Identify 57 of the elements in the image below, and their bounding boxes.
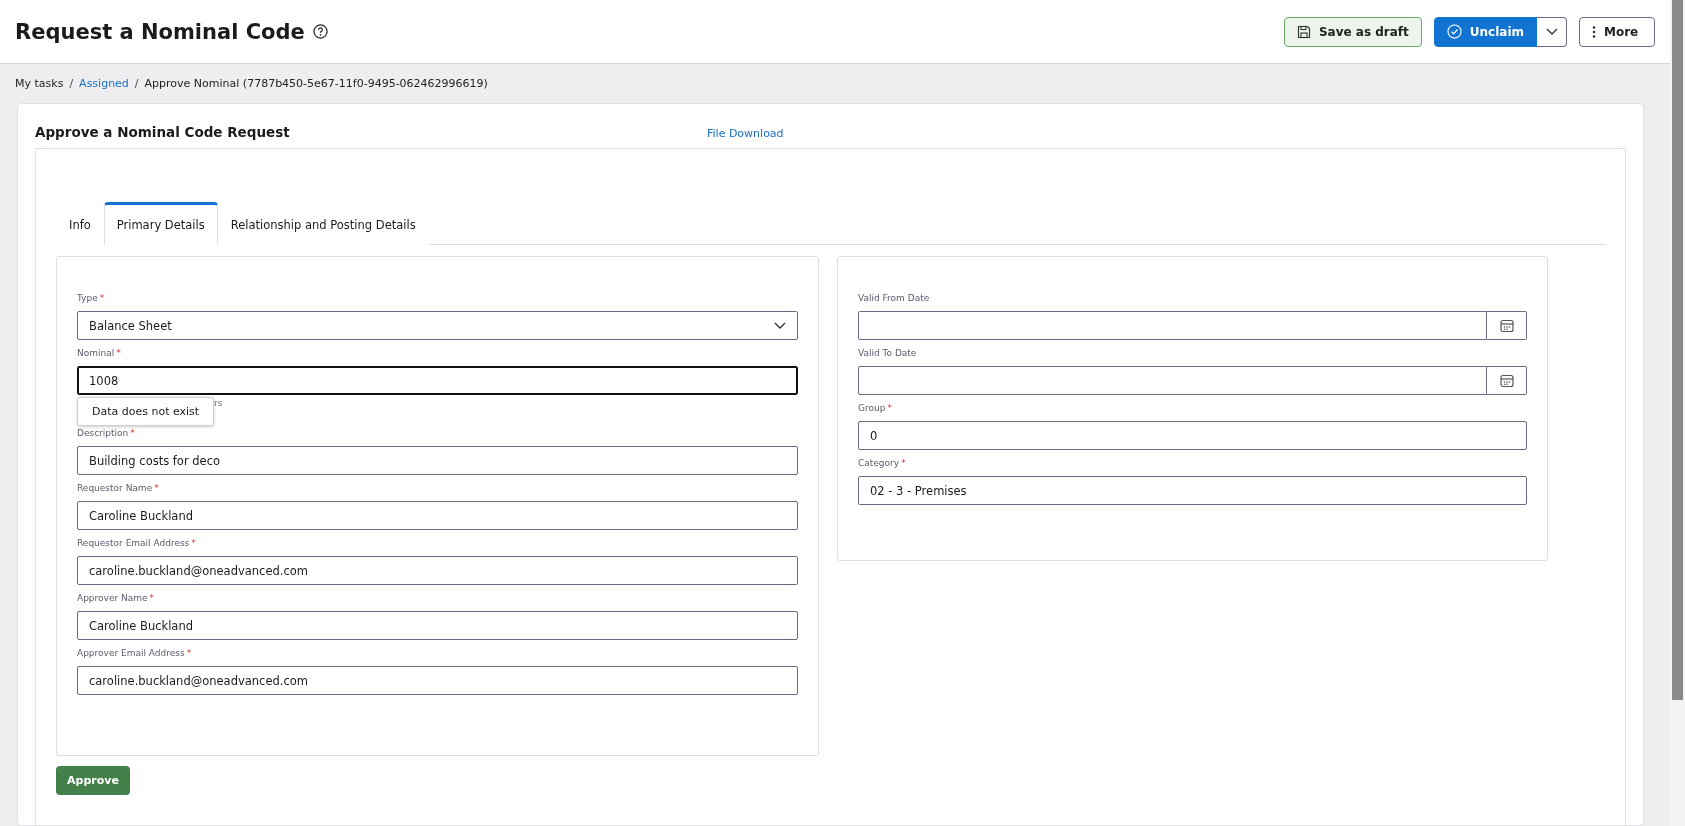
file-download-link[interactable]: File Download	[707, 127, 784, 140]
approve-button[interactable]: Approve	[56, 766, 130, 795]
field-label: Group	[858, 403, 886, 413]
field-label: Approver Email Address	[77, 648, 185, 658]
dropdown-button[interactable]	[1537, 16, 1567, 47]
required-mark: *	[99, 293, 105, 303]
breadcrumb-separator: /	[69, 77, 74, 90]
check-circle-icon	[1446, 24, 1462, 39]
required-mark: *	[149, 593, 155, 603]
breadcrumb-item: My tasks	[15, 77, 64, 90]
more-button[interactable]: More	[1579, 16, 1655, 47]
required-mark: *	[154, 483, 159, 493]
field-label: Requestor Email Address	[77, 538, 190, 548]
field-label: Nominal	[77, 348, 115, 358]
date-field[interactable]	[858, 366, 1487, 395]
error-tooltip: Data does not exist	[77, 397, 215, 426]
required-mark: *	[186, 648, 192, 658]
help-icon[interactable]	[312, 24, 328, 39]
input-field[interactable]: 1008	[77, 366, 798, 395]
required-mark: *	[191, 538, 196, 548]
helper-text: rs	[214, 398, 223, 408]
kebab-icon	[1592, 25, 1596, 38]
field-label: Valid From Date	[858, 293, 930, 303]
field-label: Description	[77, 428, 129, 438]
calendar-button[interactable]	[1487, 366, 1527, 395]
input-field[interactable]: Caroline Buckland	[77, 611, 798, 640]
required-mark: *	[116, 348, 121, 358]
breadcrumb-separator: /	[134, 77, 139, 90]
tab[interactable]: Primary Details	[103, 202, 218, 245]
field-label: Type	[77, 293, 98, 303]
input-field[interactable]: Caroline Buckland	[77, 501, 798, 530]
required-mark: *	[901, 458, 906, 468]
scrollbar[interactable]	[1670, 0, 1685, 826]
required-mark: *	[887, 403, 892, 413]
chevron-down-icon	[1545, 27, 1558, 36]
breadcrumb-item: Approve Nominal (7787b450-5e67-11f0-9495-062462996619)	[144, 77, 488, 90]
date-field[interactable]	[858, 311, 1487, 340]
input-field[interactable]: Building costs for deco	[77, 446, 798, 475]
field-label: Valid To Date	[858, 348, 917, 358]
field-label: Approver Name	[77, 593, 148, 603]
required-mark: *	[130, 428, 135, 438]
input-field[interactable]: caroline.buckland@oneadvanced.com	[77, 556, 798, 585]
card-title: Approve a Nominal Code Request	[35, 124, 291, 140]
calendar-button[interactable]	[1487, 311, 1527, 340]
chevron-down-icon	[774, 321, 786, 330]
unclaim-button[interactable]: Unclaim	[1433, 16, 1537, 47]
input-field[interactable]: 0	[858, 421, 1527, 450]
page-title: Request a Nominal Code	[15, 19, 305, 44]
save-draft-button[interactable]: Save as draft	[1283, 16, 1422, 47]
field-label: Requestor Name	[77, 483, 153, 493]
calendar-icon	[1499, 373, 1514, 388]
select-field[interactable]: Balance Sheet	[77, 311, 798, 340]
calendar-icon	[1499, 318, 1514, 333]
input-field[interactable]: caroline.buckland@oneadvanced.com	[77, 666, 798, 695]
breadcrumb-link[interactable]: Assigned	[79, 77, 129, 90]
field-label: Category	[858, 458, 900, 468]
input-field[interactable]: 02 - 3 - Premises	[858, 476, 1527, 505]
